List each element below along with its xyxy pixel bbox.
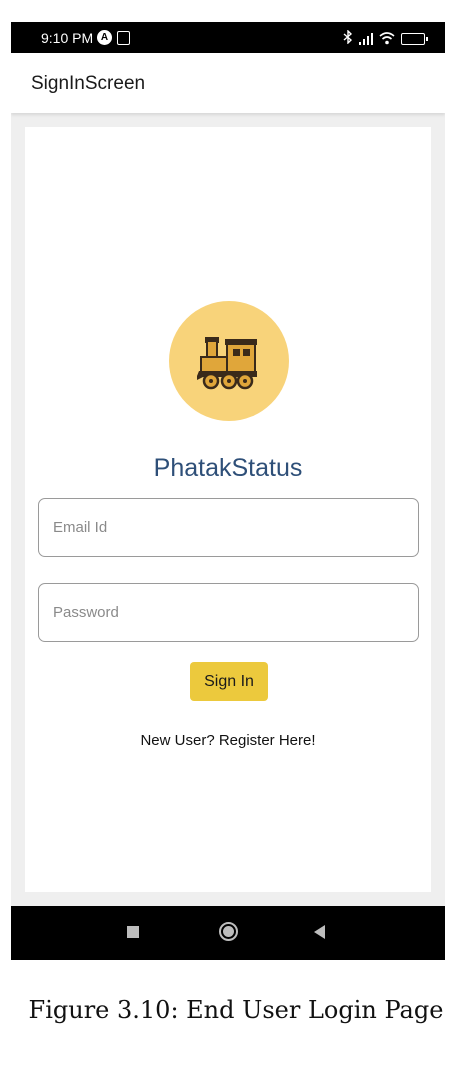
status-bar: 9:10 PM A	[11, 22, 445, 53]
email-input[interactable]	[39, 499, 418, 556]
wifi-icon	[379, 32, 395, 45]
alpha-icon: A	[97, 30, 112, 45]
train-icon	[197, 337, 257, 390]
back-icon[interactable]	[314, 925, 325, 939]
recent-apps-icon[interactable]	[127, 926, 139, 938]
app-logo	[169, 301, 289, 421]
brand-name: PhatakStatus	[153, 454, 303, 482]
status-icons-left: A	[97, 30, 130, 45]
signin-button[interactable]: Sign In	[190, 662, 268, 701]
navigation-bar	[11, 906, 445, 960]
sim-icon	[117, 30, 130, 45]
home-icon[interactable]	[219, 922, 238, 941]
page-title: SignInScreen	[31, 73, 146, 94]
app-bar: SignInScreen	[11, 53, 445, 113]
figure-caption: Figure 3.10: End User Login Page	[28, 996, 444, 1024]
content-area: PhatakStatus Sign In New User? Register …	[11, 113, 445, 906]
battery-icon	[401, 32, 428, 45]
signal-icon	[359, 32, 373, 45]
phone-screen: 9:10 PM A SignInScreen PhatakStatus Emai…	[11, 22, 445, 960]
password-input[interactable]	[39, 584, 418, 641]
email-field[interactable]	[38, 498, 419, 557]
status-time: 9:10 PM	[41, 30, 94, 46]
password-field[interactable]	[38, 583, 419, 642]
signin-card: PhatakStatus Sign In New User? Register …	[25, 127, 431, 892]
status-icons-right	[343, 29, 428, 47]
bluetooth-icon	[343, 29, 353, 47]
register-link[interactable]: New User? Register Here!	[25, 732, 431, 749]
